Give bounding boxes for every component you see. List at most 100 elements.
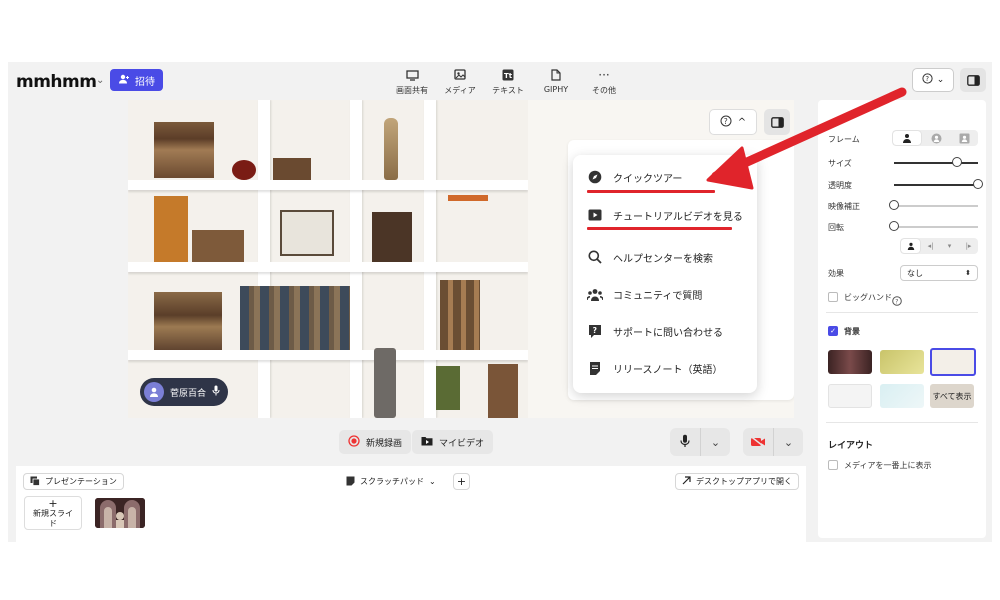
toolbar-item-giphy[interactable]: GIPHY bbox=[532, 68, 580, 96]
search-icon bbox=[587, 249, 603, 265]
stage-sidebar-toggle[interactable] bbox=[764, 109, 790, 135]
speaker bbox=[374, 348, 396, 418]
show-all-backgrounds-button[interactable]: すべて表示 bbox=[930, 384, 974, 408]
annotation-underline bbox=[587, 227, 732, 230]
plus-icon: + bbox=[456, 475, 467, 488]
stage-help-button[interactable]: ? ^ bbox=[709, 109, 757, 135]
toolbar-item-screen-share[interactable]: 画面共有 bbox=[388, 68, 436, 96]
presenter-name-pill[interactable]: 菅原百合 bbox=[140, 378, 229, 406]
media-on-top-label: メディアを一番上に表示 bbox=[844, 461, 932, 470]
chevron-down-icon: ⌄ bbox=[936, 75, 945, 85]
video-correction-slider-knob[interactable] bbox=[889, 200, 899, 210]
background-thumbnail-bookshelf[interactable] bbox=[930, 348, 976, 376]
flip-selector[interactable]: ◂| ▾ |▸ bbox=[900, 238, 978, 254]
menu-item-contact-support[interactable]: ? サポートに問い合わせる bbox=[587, 323, 723, 339]
app-window: mmhmm ⌄ 招待 画面共有 メディア Tt テキスト GIPHY ··· そ… bbox=[8, 62, 992, 542]
menu-item-tutorial-video[interactable]: チュートリアルビデオを見る bbox=[587, 207, 743, 223]
microphone-toggle[interactable] bbox=[670, 428, 700, 456]
frame-option-silhouette[interactable] bbox=[893, 131, 921, 145]
background-checkbox[interactable]: ✓ bbox=[828, 326, 838, 336]
opacity-slider-knob[interactable] bbox=[973, 179, 983, 189]
menu-item-help-center[interactable]: ヘルプセンターを検索 bbox=[587, 249, 713, 265]
flip-vertical-icon[interactable]: ▾ bbox=[940, 238, 959, 254]
menu-item-label: リリースノート（英語） bbox=[613, 364, 723, 376]
question-icon: ? bbox=[922, 73, 933, 87]
decor bbox=[448, 195, 488, 201]
camera-options[interactable]: ⌄ bbox=[773, 428, 803, 456]
toolbar-item-media[interactable]: メディア bbox=[436, 68, 484, 96]
media-icon bbox=[453, 68, 467, 82]
background-thumbnail-library[interactable] bbox=[828, 350, 872, 374]
invite-label: 招待 bbox=[135, 76, 155, 88]
new-recording-button[interactable]: 新規録画 bbox=[339, 430, 412, 454]
menu-item-community[interactable]: コミュニティで質問 bbox=[587, 286, 702, 302]
opacity-slider-track[interactable] bbox=[894, 184, 978, 186]
add-scratchpad-button[interactable]: + bbox=[453, 473, 470, 490]
slide-tray: プレゼンテーション スクラッチパッド ⌄ + デスクトップアプリで開く + 新規… bbox=[16, 466, 806, 542]
microphone-control: ⌄ bbox=[670, 428, 730, 456]
my-video-button[interactable]: マイビデオ bbox=[412, 430, 494, 454]
rotation-slider-knob[interactable] bbox=[889, 221, 899, 231]
text-icon: Tt bbox=[502, 68, 514, 82]
shelf-divider bbox=[258, 100, 270, 418]
toolbar-item-more[interactable]: ··· その他 bbox=[580, 68, 628, 96]
new-slide-button[interactable]: + 新規スライド bbox=[24, 496, 82, 530]
menu-item-release-notes[interactable]: リリースノート（英語） bbox=[587, 360, 723, 376]
show-all-label: すべて表示 bbox=[932, 391, 972, 401]
photo-frame bbox=[280, 210, 334, 256]
shelf-board bbox=[128, 180, 528, 190]
info-icon[interactable]: ? bbox=[892, 291, 902, 310]
video-correction-label: 映像補正 bbox=[828, 202, 860, 211]
chevron-updown-icon: ⬍ bbox=[965, 269, 971, 277]
toolbar-label: その他 bbox=[592, 86, 616, 95]
scratchpad-label: スクラッチパッド bbox=[360, 477, 424, 486]
toolbar-item-text[interactable]: Tt テキスト bbox=[484, 68, 532, 96]
chevron-up-icon: ^ bbox=[737, 116, 747, 128]
frame-option-rectangle[interactable] bbox=[950, 130, 978, 146]
orientation-normal-icon[interactable] bbox=[901, 239, 920, 253]
help-menu-button[interactable]: ? ⌄ bbox=[912, 68, 954, 92]
size-slider-track[interactable] bbox=[894, 162, 978, 164]
open-desktop-app-button[interactable]: デスクトップアプリで開く bbox=[675, 473, 799, 490]
shelf-divider bbox=[350, 100, 362, 418]
background-thumbnail-map[interactable] bbox=[880, 384, 924, 408]
presentation-button[interactable]: プレゼンテーション bbox=[23, 473, 124, 490]
size-slider-knob[interactable] bbox=[952, 157, 962, 167]
panel-divider bbox=[826, 312, 978, 313]
background-thumbnail-yellow[interactable] bbox=[880, 350, 924, 374]
help-dropdown-menu: クイックツアー チュートリアルビデオを見る ヘルプセンターを検索 コミュニティで… bbox=[573, 155, 757, 393]
svg-text:?: ? bbox=[724, 116, 728, 125]
play-icon bbox=[587, 207, 603, 223]
sidebar-toggle-button[interactable] bbox=[960, 68, 986, 92]
rotation-slider-track[interactable] bbox=[894, 226, 978, 228]
invite-button[interactable]: 招待 bbox=[110, 69, 163, 91]
slide-thumbnail[interactable] bbox=[95, 498, 145, 528]
scratchpad-selector[interactable]: スクラッチパッド ⌄ bbox=[340, 473, 442, 490]
shelf-divider bbox=[424, 100, 436, 418]
monitor-icon bbox=[405, 68, 419, 82]
books bbox=[154, 122, 214, 178]
chevron-down-icon[interactable]: ⌄ bbox=[96, 75, 104, 86]
menu-item-quick-tour[interactable]: クイックツアー bbox=[587, 169, 682, 185]
plant bbox=[436, 366, 460, 410]
vase bbox=[384, 118, 398, 180]
microphone-options[interactable]: ⌄ bbox=[700, 428, 730, 456]
rotate-icon[interactable]: |▸ bbox=[959, 238, 978, 254]
chevron-down-icon: ⌄ bbox=[783, 435, 794, 449]
app-logo: mmhmm bbox=[16, 72, 97, 92]
background-thumbnail-white[interactable] bbox=[828, 384, 872, 408]
sidebar-icon bbox=[966, 71, 980, 90]
main-toolbar: 画面共有 メディア Tt テキスト GIPHY ··· その他 bbox=[388, 68, 628, 96]
opacity-label: 透明度 bbox=[828, 181, 852, 190]
toolbar-label: 画面共有 bbox=[396, 86, 428, 95]
effect-select[interactable]: なし ⬍ bbox=[900, 265, 978, 281]
svg-text:?: ? bbox=[925, 75, 929, 83]
frame-option-circle[interactable] bbox=[922, 130, 950, 146]
camera-toggle[interactable] bbox=[743, 428, 773, 456]
frame-selector[interactable] bbox=[892, 130, 978, 146]
media-on-top-checkbox[interactable] bbox=[828, 460, 838, 470]
video-correction-slider-track[interactable] bbox=[894, 205, 978, 207]
big-hands-checkbox[interactable] bbox=[828, 292, 838, 302]
flip-horizontal-icon[interactable]: ◂| bbox=[921, 238, 940, 254]
add-user-icon bbox=[118, 74, 130, 87]
